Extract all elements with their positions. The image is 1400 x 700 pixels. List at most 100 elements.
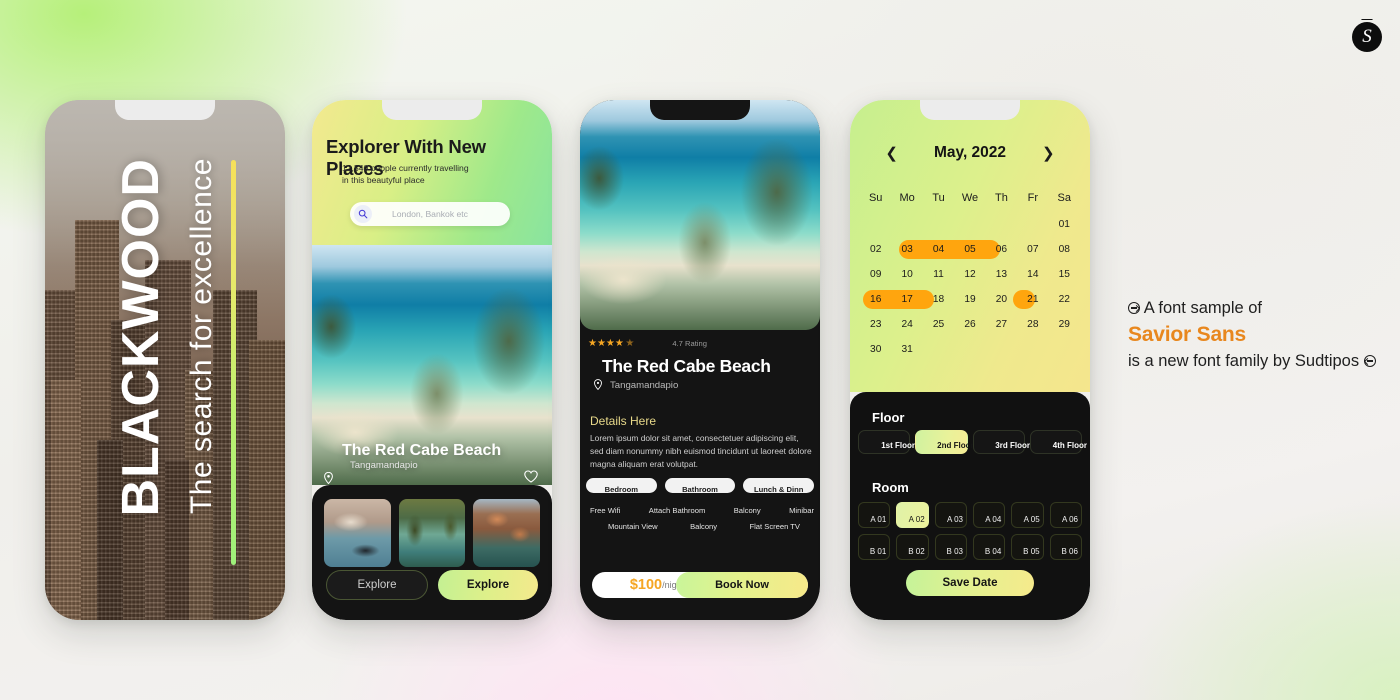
rating-row: ★★★★ ★ 4.7 Rating [588,338,707,349]
phone-mockup-blackwood: BLACKWOOD The search for excellence [45,100,285,620]
room-option[interactable]: B 03 [934,534,967,560]
day-cell[interactable]: 17 [891,290,922,309]
calendar-week-row: 23 24 25 26 27 28 29 [860,315,1080,334]
thumbnail-item[interactable] [473,499,541,567]
room-option[interactable]: A 03 [934,502,967,528]
thumbnail-item[interactable] [398,499,466,567]
crown-icon [1360,10,1374,19]
floor-option-2nd[interactable]: 2nd Floor [915,430,974,454]
floor-option-3rd[interactable]: 3rd Floor [972,430,1030,454]
floor-selector: 1st Floor 2nd Floor 3rd Floor 4th Floor [858,430,1087,454]
day-cell[interactable]: 21 [1017,290,1048,309]
day-cell[interactable]: 16 [860,290,891,309]
chip-bedroom[interactable]: Bedroom [586,478,657,493]
chip-bathroom[interactable]: Bathroom [664,478,736,493]
day-cell[interactable] [860,215,891,234]
day-cell[interactable] [923,340,954,359]
calendar-week-row: 09 10 11 12 13 14 15 [860,265,1080,284]
save-date-button[interactable]: Save Date [906,570,1034,596]
floor-label: 2nd Floor [937,441,974,450]
sudtipos-logo: S [1348,10,1386,52]
chip-lunch-dinner[interactable]: Lunch & Dinn [743,478,815,493]
day-cell[interactable]: 01 [1049,215,1080,234]
floor-option-4th[interactable]: 4th Floor [1029,430,1087,454]
floor-heading: Floor [872,410,905,425]
price-amount: $100 [629,577,663,593]
next-month-icon[interactable]: ❯ [1042,146,1055,161]
day-cell[interactable]: 23 [860,315,891,334]
day-cell[interactable]: 09 [860,265,891,284]
phone4-screen: ❮ May, 2022 ❯ Su Mo Tu We Th Fr Sa 01 02… [850,100,1090,620]
day-cell[interactable]: 29 [1049,315,1080,334]
day-cell[interactable]: 24 [891,315,922,334]
calendar-week-row: 01 [860,215,1080,234]
day-cell[interactable]: 02 [860,240,891,259]
amenity-item: Free Wifi [590,506,621,515]
book-now-button[interactable]: Book Now [676,572,808,598]
day-cell[interactable] [1049,340,1080,359]
phone-mockup-calendar: ❮ May, 2022 ❯ Su Mo Tu We Th Fr Sa 01 02… [850,100,1090,620]
room-option-selected[interactable]: A 02 [896,502,929,528]
room-option[interactable]: A 04 [972,502,1006,528]
floor-option-1st[interactable]: 1st Floor [858,430,915,454]
day-cell[interactable]: 30 [860,340,891,359]
day-cell[interactable]: 11 [923,265,954,284]
day-cell[interactable] [986,215,1017,234]
phone1-text-block: BLACKWOOD The search for excellence [45,100,285,620]
room-option[interactable]: B 02 [896,534,929,560]
day-cell[interactable]: 22 [1049,290,1080,309]
day-cell[interactable]: 31 [891,340,922,359]
day-cell[interactable]: 25 [923,315,954,334]
day-cell[interactable]: 20 [986,290,1017,309]
room-option[interactable]: B 06 [1049,534,1082,560]
day-cell[interactable]: 03 [891,240,922,259]
day-cell[interactable]: 06 [986,240,1017,259]
logo-circle: S [1352,22,1382,52]
day-cell[interactable]: 05 [954,240,985,259]
day-cell[interactable] [923,215,954,234]
day-cell[interactable]: 10 [891,265,922,284]
day-cell[interactable] [1017,340,1048,359]
day-cell[interactable] [954,340,985,359]
day-cell[interactable]: 27 [986,315,1017,334]
day-cell[interactable]: 04 [923,240,954,259]
day-cell[interactable]: 28 [1017,315,1048,334]
prev-month-icon[interactable]: ❮ [885,146,898,161]
room-option[interactable]: B 04 [972,534,1006,560]
day-cell[interactable] [986,340,1017,359]
day-cell[interactable]: 14 [1017,265,1048,284]
room-option[interactable]: A 06 [1049,502,1082,528]
room-option[interactable]: A 01 [858,502,891,528]
day-cell[interactable]: 12 [954,265,985,284]
day-cell[interactable]: 26 [954,315,985,334]
hero-caption: The Red Cabe Beach Tangamandapio [312,442,552,485]
day-cell[interactable]: 19 [954,290,985,309]
calendar-dow-row: Su Mo Tu We Th Fr Sa [860,188,1080,207]
day-cell[interactable]: 13 [986,265,1017,284]
explore-primary-button[interactable]: Explore [438,570,538,600]
thumbnail-item[interactable] [324,499,391,567]
accent-gradient-bar [231,160,236,565]
explore-subtitle: 12,540 people currently travelling in th… [342,163,469,185]
amenities-row-1: Free Wifi Attach Bathroom Balcony Miniba… [590,506,814,515]
phone-notch [115,100,215,120]
phone-notch [920,100,1020,120]
phone-notch [650,100,750,120]
day-cell[interactable] [891,215,922,234]
day-cell[interactable] [954,215,985,234]
day-cell[interactable] [1017,215,1048,234]
beach-image [580,100,820,330]
day-cell[interactable]: 15 [1049,265,1080,284]
explore-header: Explorer With New Places 12,540 people c… [312,100,552,245]
booking-options-panel: Floor 1st Floor 2nd Floor 3rd Floor 4th … [850,392,1090,620]
hero-place-location: Tangamandapio [350,460,418,471]
day-cell[interactable]: 18 [923,290,954,309]
search-input[interactable]: London, Bankok etc [350,202,510,226]
day-cell[interactable]: 07 [1017,240,1048,259]
day-cell[interactable]: 08 [1049,240,1080,259]
room-option[interactable]: A 05 [1011,502,1044,528]
favorite-heart-icon[interactable] [524,470,538,483]
room-option[interactable]: B 05 [1011,534,1044,560]
explore-secondary-button[interactable]: Explore [326,570,428,600]
room-option[interactable]: B 01 [858,534,891,560]
